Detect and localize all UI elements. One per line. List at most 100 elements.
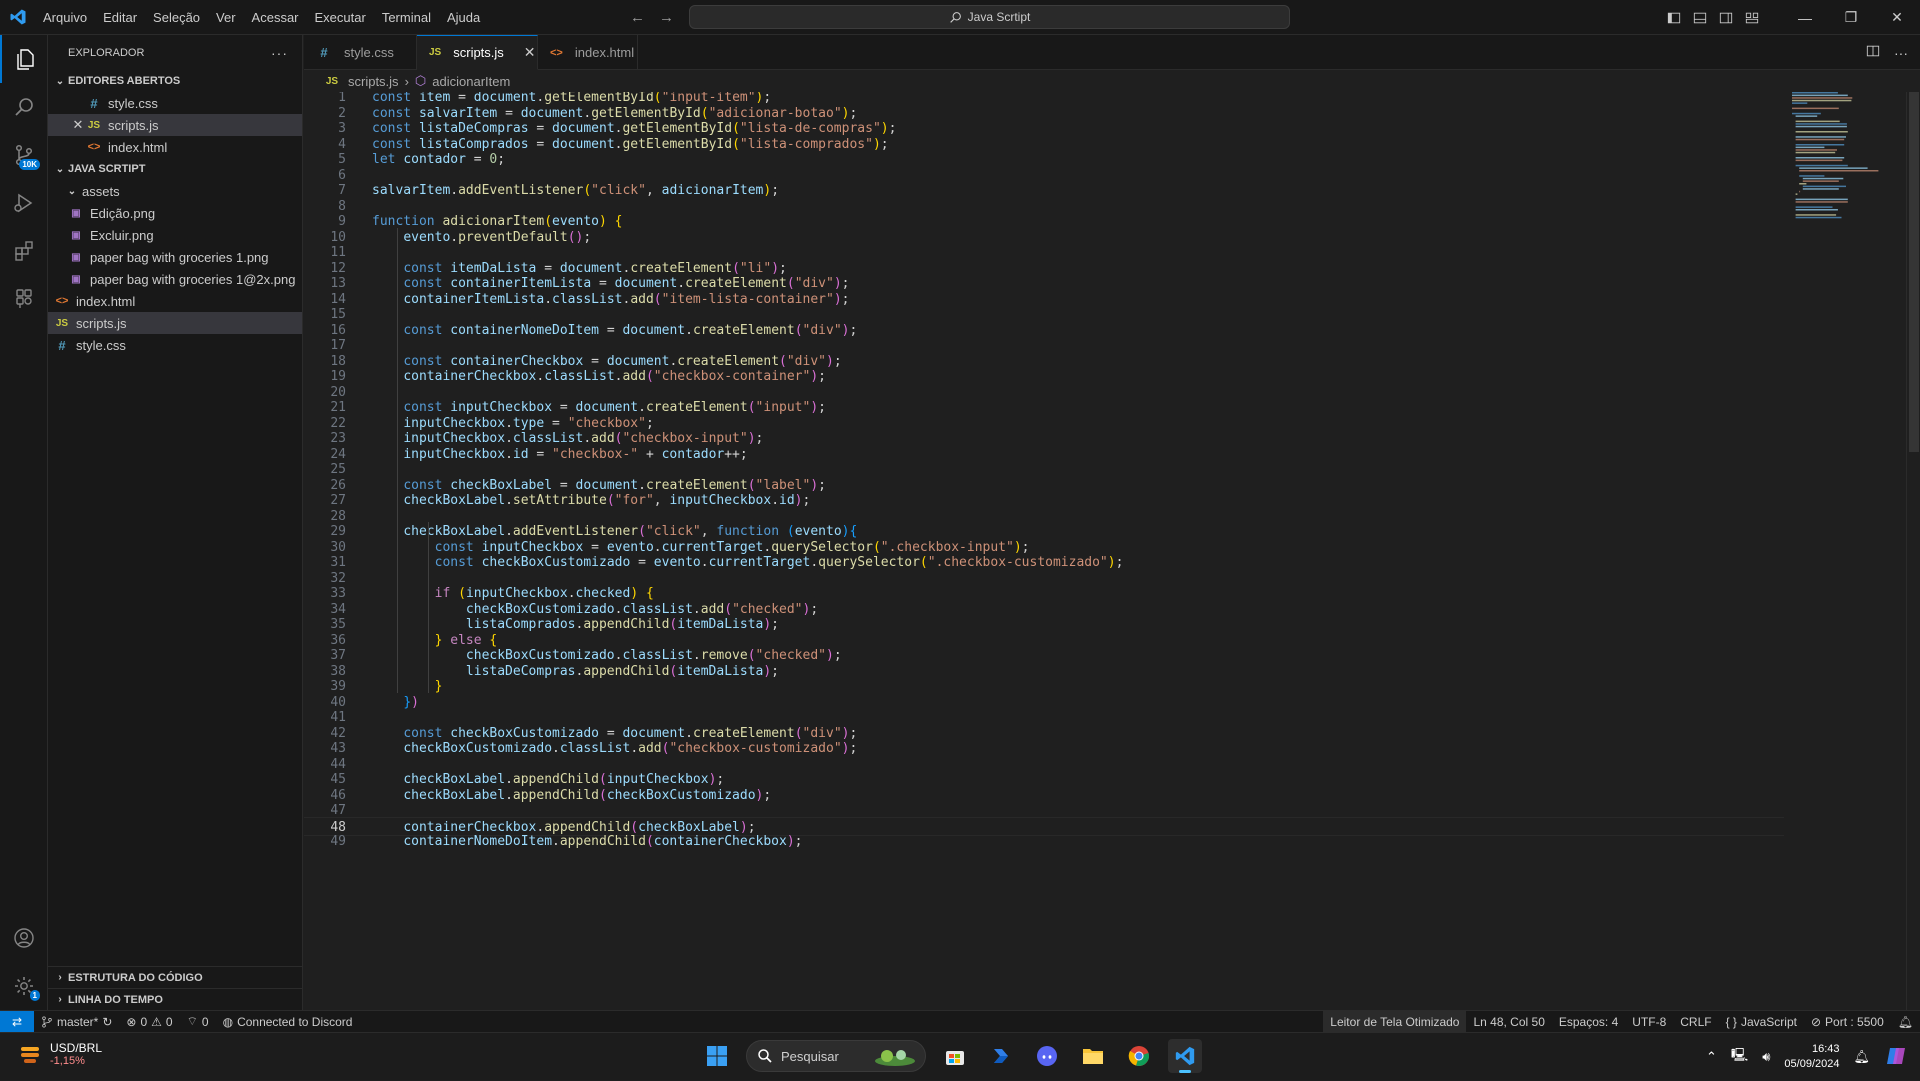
start-button[interactable] (700, 1039, 734, 1073)
menu-item[interactable]: Editar (95, 0, 145, 35)
project-header[interactable]: ⌄ JAVA SCRTIPT (48, 158, 302, 180)
minimize-button[interactable]: — (1782, 0, 1828, 35)
tree-file-item[interactable]: ▣ paper bag with groceries 1.png (48, 246, 302, 268)
back-arrow-icon[interactable]: ← (630, 9, 645, 26)
explorer-activity[interactable] (0, 35, 48, 83)
menu-item[interactable]: Acessar (244, 0, 307, 35)
live-server-status[interactable]: ⊘ Port : 5500 (1804, 1015, 1891, 1029)
more-actions-icon[interactable]: ··· (1894, 45, 1908, 61)
ports-status[interactable]: ⌔ 0 (180, 1014, 216, 1029)
timeline-header[interactable]: › LINHA DO TEMPO (48, 988, 303, 1010)
outline-header[interactable]: › ESTRUTURA DO CÓDIGO (48, 966, 303, 988)
vscode-logo-icon (0, 0, 35, 35)
menu-item[interactable]: Seleção (145, 0, 208, 35)
toggle-panel-icon[interactable] (1692, 10, 1708, 26)
files-icon (17, 49, 34, 70)
tree-file-item[interactable]: ▣ paper bag with groceries 1@2x.png (48, 268, 302, 290)
menu-item[interactable]: Ajuda (439, 0, 488, 35)
tree-file-item[interactable]: JS scripts.js (48, 312, 302, 334)
code-editor[interactable]: 1 const item = document.getElementById("i… (304, 92, 1904, 1010)
accounts-activity[interactable] (0, 914, 48, 962)
branch-status[interactable]: master* ↻ (34, 1015, 119, 1029)
chevron-right-icon: › (58, 972, 62, 983)
tree-file-item[interactable]: # style.css (48, 334, 302, 356)
breadcrumb-symbol[interactable]: adicionarItem (432, 74, 510, 89)
file-explorer-icon[interactable] (1076, 1039, 1110, 1073)
command-center-search[interactable]: Java Scrtipt (689, 5, 1290, 29)
tab-label: scripts.js (453, 45, 504, 60)
language-status[interactable]: { } JavaScript (1719, 1015, 1804, 1029)
chevron-up-icon[interactable]: ⌃ (1706, 1049, 1717, 1065)
close-tab-icon[interactable]: ✕ (524, 44, 536, 61)
notifications-bell-icon[interactable]: 🔔︎ (1891, 1015, 1920, 1029)
close-window-button[interactable]: ✕ (1874, 0, 1920, 35)
editor-tab[interactable]: # style.css (304, 35, 417, 70)
minimap-line (1799, 190, 1801, 193)
extensions-activity[interactable] (0, 227, 48, 275)
taskbar-search[interactable]: Pesquisar (746, 1040, 926, 1072)
vscode-taskbar-icon[interactable] (1168, 1039, 1202, 1073)
customize-layout-icon[interactable] (1744, 10, 1760, 26)
screen-reader-status[interactable]: Leitor de Tela Otimizado (1323, 1011, 1467, 1033)
split-editor-icon[interactable] (1866, 44, 1880, 61)
folder-assets[interactable]: ⌄ assets (48, 180, 302, 202)
microsoft-store-icon[interactable] (938, 1039, 972, 1073)
close-icon[interactable]: ✕ (70, 117, 86, 133)
minimap-line (1795, 115, 1818, 117)
toggle-secondary-sidebar-icon[interactable] (1718, 10, 1734, 26)
restore-button[interactable]: ❐ (1828, 0, 1874, 35)
clock[interactable]: 16:43 05/09/2024 (1784, 1042, 1839, 1072)
html-file-icon: <> (550, 46, 563, 59)
power-automate-icon[interactable] (984, 1039, 1018, 1073)
git-graph-activity[interactable] (0, 275, 48, 323)
more-actions-icon[interactable]: ··· (271, 45, 288, 61)
notification-bell-icon[interactable]: 🔔︎ (1853, 1049, 1870, 1065)
tree-file-item[interactable]: ▣ Excluir.png (48, 224, 302, 246)
stock-widget[interactable]: USD/BRL -1,15% (18, 1041, 102, 1067)
timeline-title: LINHA DO TEMPO (68, 993, 163, 1006)
indentation-status[interactable]: Espaços: 4 (1552, 1015, 1625, 1029)
source-control-activity[interactable]: 10K (0, 131, 48, 179)
discord-status[interactable]: ◍ Connected to Discord (216, 1015, 360, 1029)
menu-item[interactable]: Ver (208, 0, 244, 35)
cursor-position[interactable]: Ln 48, Col 50 (1466, 1015, 1551, 1029)
editor-scrollbar[interactable] (1906, 92, 1920, 1010)
tree-file-item[interactable]: ▣ Edição.png (48, 202, 302, 224)
errors-count: 0 (140, 1014, 148, 1029)
search-icon (758, 1049, 772, 1063)
open-editor-item[interactable]: <> index.html (48, 136, 302, 158)
scrollbar-thumb[interactable] (1909, 92, 1919, 452)
tree-file-item[interactable]: <> index.html (48, 290, 302, 312)
editor-tab[interactable]: <> index.html (538, 35, 638, 70)
discord-icon[interactable] (1030, 1039, 1064, 1073)
minimap-line (1792, 94, 1848, 97)
editor-tab[interactable]: JS scripts.js ✕ (417, 35, 538, 70)
code-line[interactable]: 49 containerNomeDoItem.appendChild(conta… (304, 832, 1784, 851)
network-icon[interactable]: 🖳︎ (1731, 1046, 1748, 1068)
volume-icon[interactable]: 🔊︎ (1762, 1049, 1770, 1065)
css-file-icon: # (58, 337, 66, 353)
copilot-icon[interactable] (1884, 1044, 1908, 1071)
open-editor-label: scripts.js (108, 117, 159, 133)
open-editor-item[interactable]: # style.css (48, 92, 302, 114)
toggle-primary-sidebar-icon[interactable] (1666, 10, 1682, 26)
run-debug-activity[interactable] (0, 179, 48, 227)
encoding-status[interactable]: UTF-8 (1625, 1015, 1673, 1029)
open-editors-header[interactable]: ⌄ EDITORES ABERTOS (48, 70, 302, 92)
menu-item[interactable]: Executar (307, 0, 374, 35)
tree-file-label: Edição.png (90, 205, 156, 221)
manage-activity[interactable]: 1 (0, 962, 48, 1010)
remote-indicator-icon[interactable]: ⇄ (0, 1010, 34, 1033)
menu-item[interactable]: Arquivo (35, 0, 95, 35)
chrome-icon[interactable] (1122, 1039, 1156, 1073)
open-editor-item[interactable]: ✕ JS scripts.js (48, 114, 302, 136)
extensions-icon (15, 241, 33, 261)
menu-item[interactable]: Terminal (374, 0, 439, 35)
eol-status[interactable]: CRLF (1673, 1015, 1718, 1029)
breadcrumb-file[interactable]: scripts.js (348, 74, 399, 89)
forward-arrow-icon[interactable]: → (659, 9, 674, 26)
tree-file-label: paper bag with groceries 1.png (90, 249, 269, 265)
problems-status[interactable]: ⊗ 0 ⚠ 0 (119, 1015, 179, 1029)
minimap[interactable] (1792, 92, 1902, 242)
search-activity[interactable] (0, 83, 48, 131)
